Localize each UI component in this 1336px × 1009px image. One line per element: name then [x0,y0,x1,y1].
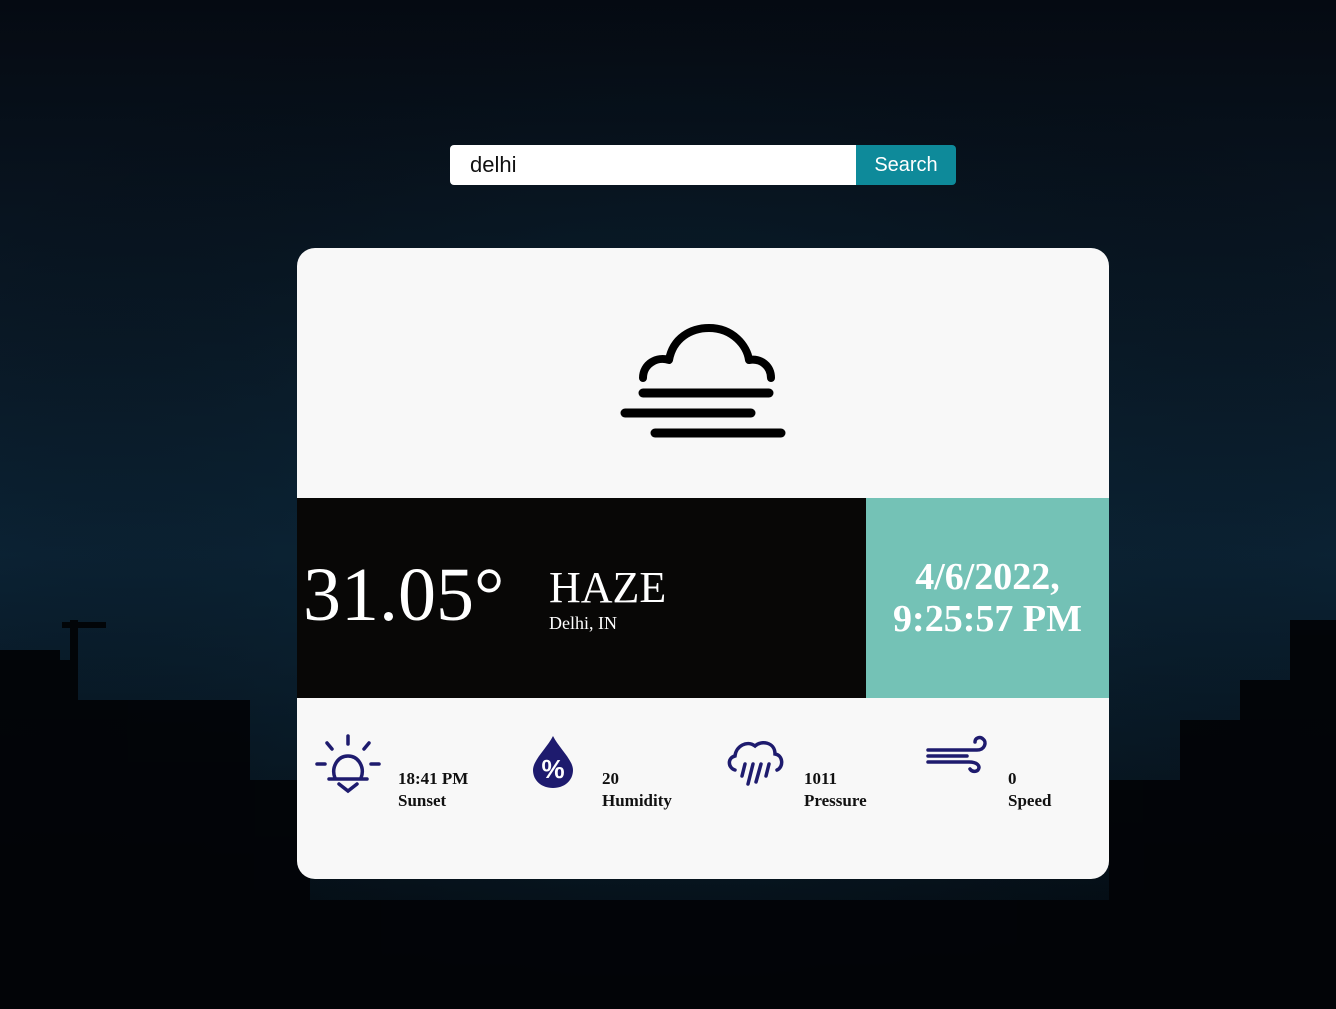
weather-card: 31.05° HAZE Delhi, IN 4/6/2022, 9:25:57 … [297,248,1109,879]
search-input[interactable] [450,145,856,185]
stat-humidity: % 20 Humidity [529,734,729,814]
humidity-value: 20 [602,769,619,788]
stat-text: 1011 Pressure [804,768,867,812]
pressure-label: Pressure [804,791,867,810]
sunset-value: 18:41 PM [398,769,469,788]
wind-speed-label: Speed [1008,791,1052,810]
search-button[interactable]: Search [856,145,956,185]
time: 9:25:57 PM [893,598,1082,640]
date: 4/6/2022, [915,556,1060,598]
wind-icon [926,735,987,774]
datetime-panel: 4/6/2022, 9:25:57 PM [866,498,1109,698]
stat-sunset: 18:41 PM Sunset [315,734,515,814]
temperature: 31.05° [303,553,505,637]
location: Delhi, IN [549,613,617,633]
stat-pressure: 1011 Pressure [725,734,925,814]
haze-icon [620,324,786,438]
search-bar: Search [450,145,956,185]
humidity-icon: % [533,736,573,788]
weather-condition: HAZE [549,563,667,612]
humidity-label: Humidity [602,791,672,810]
stat-text: 18:41 PM Sunset [398,768,468,812]
stat-text: 20 Humidity [602,768,672,812]
temperature-panel: 31.05° HAZE Delhi, IN [297,498,866,698]
wind-speed-value: 0 [1008,769,1017,788]
weather-summary-band: 31.05° HAZE Delhi, IN 4/6/2022, 9:25:57 … [297,498,1109,698]
stat-text: 0 Speed [1008,768,1051,812]
sunset-icon [315,734,381,794]
stat-wind-speed: 0 Speed [925,734,1105,814]
weather-stats: 18:41 PM Sunset % 20 Humidity 1011 Press… [297,698,1109,879]
weather-icon-area [297,248,1109,498]
pressure-icon [727,740,784,786]
pressure-value: 1011 [804,769,838,788]
sunset-label: Sunset [398,791,447,810]
svg-text:%: % [541,754,564,784]
